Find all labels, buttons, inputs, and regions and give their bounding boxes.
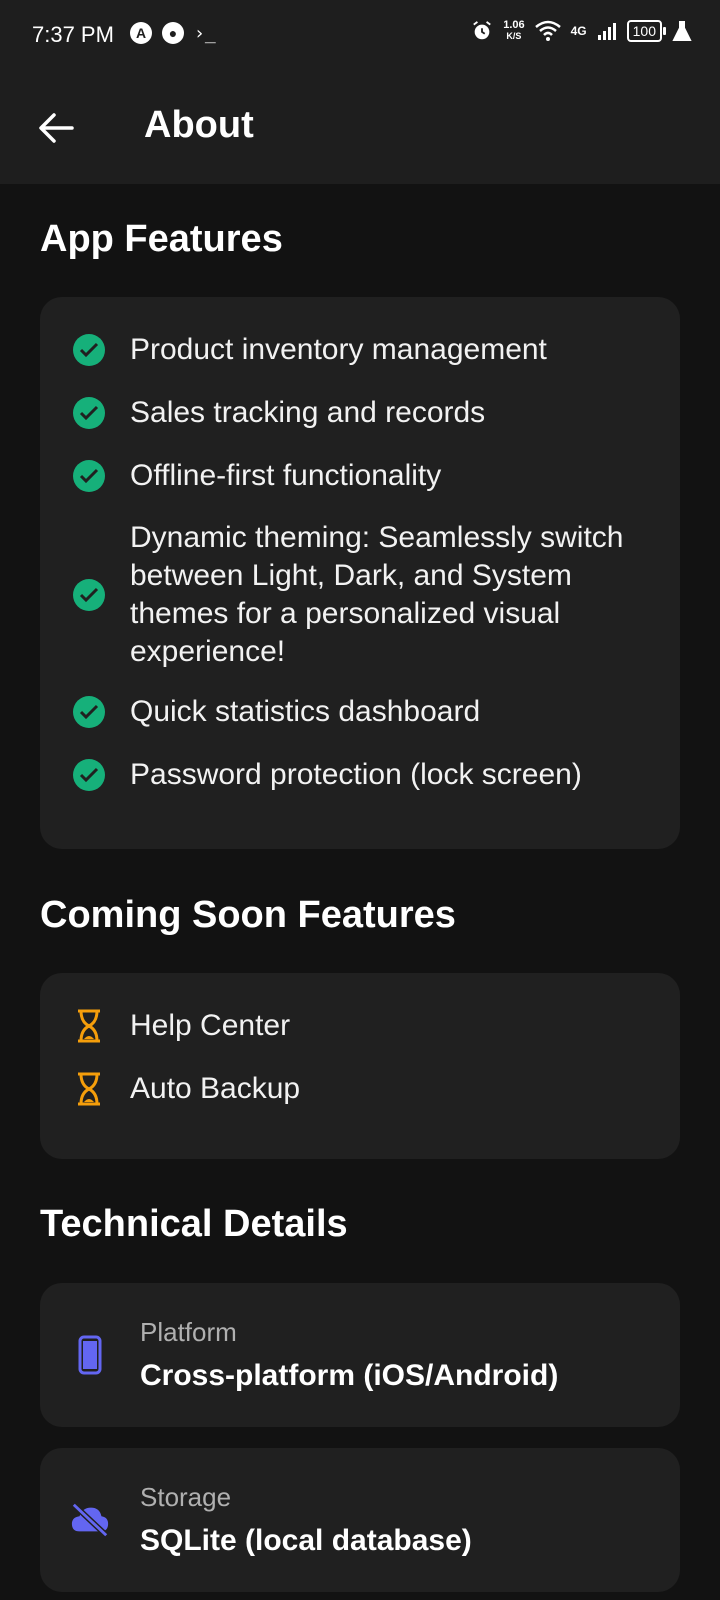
- feature-item: Quick statistics dashboard: [72, 693, 480, 731]
- feature-item: Dynamic theming: Seamlessly switch betwe…: [72, 519, 672, 671]
- tech-detail-platform: Platform Cross-platform (iOS/Android): [40, 1283, 680, 1427]
- status-notification-icons: A ● ›_: [130, 22, 216, 44]
- feature-item: Sales tracking and records: [72, 394, 485, 432]
- signal-icon: [597, 23, 616, 40]
- app-features-card: Product inventory management Sales track…: [40, 297, 680, 849]
- coming-soon-item: Help Center: [72, 1007, 290, 1045]
- feature-item-label: Sales tracking and records: [130, 396, 486, 429]
- tech-detail-value: SQLite (local database): [140, 1524, 472, 1557]
- coming-soon-item-label: Auto Backup: [130, 1072, 301, 1105]
- section-title-app-features: App Features: [40, 218, 283, 260]
- feature-item: Password protection (lock screen): [72, 756, 582, 794]
- coming-soon-card: Help Center Auto Backup: [40, 973, 680, 1159]
- feature-item: Offline-first functionality: [72, 457, 441, 495]
- coming-soon-item: Auto Backup: [72, 1070, 300, 1108]
- feature-item-label: Dynamic theming: Seamlessly switch betwe…: [130, 521, 624, 668]
- smartphone-icon: [78, 1335, 102, 1375]
- wifi-icon: [534, 20, 561, 41]
- network-type: 4G: [570, 24, 587, 38]
- arrow-left-icon: [39, 113, 74, 143]
- check-circle-icon: [73, 579, 105, 611]
- tech-detail-label: Storage: [140, 1482, 232, 1512]
- hourglass-icon: [78, 1072, 100, 1106]
- coming-soon-item-label: Help Center: [130, 1009, 291, 1042]
- check-circle-icon: [73, 759, 105, 791]
- app-notification-icon: A: [130, 22, 152, 44]
- feature-item-label: Quick statistics dashboard: [130, 695, 481, 728]
- back-button[interactable]: [30, 102, 82, 154]
- network-speed: 1.06 K/S: [503, 20, 524, 42]
- tech-detail-value: Cross-platform (iOS/Android): [140, 1359, 559, 1392]
- page-title: About: [144, 104, 254, 146]
- feature-item-label: Offline-first functionality: [130, 459, 442, 492]
- network-speed-unit: K/S: [506, 31, 522, 41]
- flask-icon: [672, 21, 692, 41]
- network-speed-value: 1.06: [503, 19, 525, 31]
- check-circle-icon: [73, 397, 105, 429]
- check-circle-icon: [73, 460, 105, 492]
- battery-indicator: 100: [626, 20, 667, 42]
- feature-item: Product inventory management: [72, 331, 547, 369]
- tech-detail-label: Platform: [140, 1317, 237, 1347]
- cloud-off-icon: [71, 1502, 109, 1538]
- feature-item-label: Password protection (lock screen): [130, 758, 582, 791]
- check-circle-icon: [73, 334, 105, 366]
- feature-item-label: Product inventory management: [130, 333, 547, 366]
- check-circle-icon: [73, 696, 105, 728]
- app-notification-icon-2: ●: [162, 22, 184, 44]
- status-system-icons: 1.06 K/S 4G 100: [471, 20, 692, 42]
- status-bar: 7:37 PM A ● ›_ 1.06 K/S 4G 100: [0, 0, 720, 72]
- tech-detail-storage: Storage SQLite (local database): [40, 1448, 680, 1592]
- section-title-coming-soon: Coming Soon Features: [40, 894, 456, 936]
- section-title-technical-details: Technical Details: [40, 1203, 348, 1245]
- app-bar: About: [0, 72, 720, 184]
- alarm-icon: [473, 21, 492, 40]
- terminal-icon: ›_: [194, 22, 216, 44]
- hourglass-icon: [78, 1009, 100, 1043]
- status-time: 7:37 PM: [32, 22, 114, 47]
